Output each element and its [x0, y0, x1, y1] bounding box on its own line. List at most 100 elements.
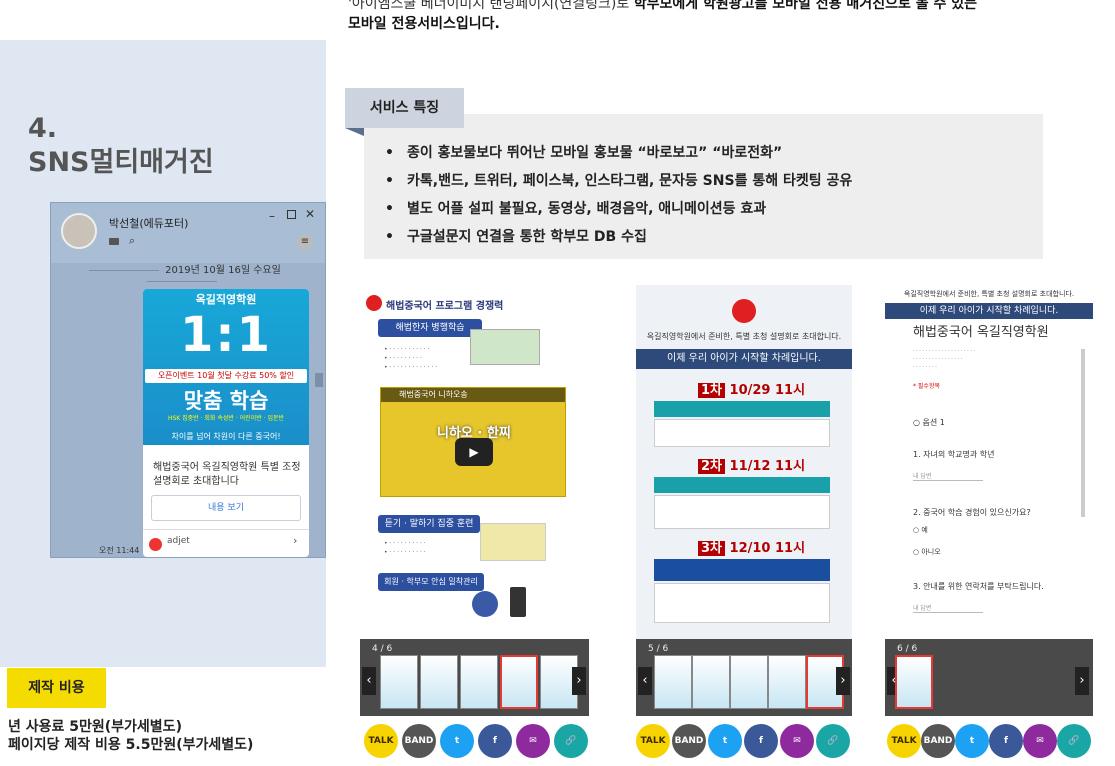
search-icon[interactable]: ⌕ — [129, 234, 135, 248]
folder-icon[interactable] — [109, 238, 119, 245]
required-note: * 필수항목 — [913, 383, 940, 390]
chevron-left-icon[interactable]: ‹ — [362, 667, 376, 695]
answer-input[interactable]: 내 답변 — [913, 471, 983, 481]
band-icon[interactable]: BAND — [921, 724, 955, 758]
ad-label: adjet — [167, 536, 190, 546]
chevron-right-icon[interactable]: › — [293, 534, 297, 547]
page-thumbnail-selected[interactable] — [895, 655, 933, 709]
link-icon[interactable]: 🔗 — [554, 724, 588, 758]
page-navigator: 4 / 6 ‹ › — [360, 639, 589, 716]
facebook-icon[interactable]: f — [744, 724, 778, 758]
card-school-name: 옥길직영학원 — [195, 293, 257, 306]
features-heading: 서비스 특징 — [345, 88, 464, 128]
twitter-icon[interactable]: t — [955, 724, 989, 758]
messenger-header: 박선철(에듀포터) – ✕ ⌕ ≡ — [51, 203, 325, 263]
session-banner — [654, 559, 830, 581]
book-image — [470, 329, 540, 365]
radio-option[interactable]: ○ 옵션 1 — [913, 417, 945, 428]
chevron-left-icon[interactable]: ‹ — [638, 667, 652, 695]
section-text: • · · · · · · · · · · • · · · · · · · · ·… — [384, 540, 426, 556]
band-icon[interactable]: BAND — [672, 724, 706, 758]
card-footer[interactable]: adjet › — [143, 529, 309, 557]
chevron-right-icon[interactable]: › — [1075, 667, 1089, 695]
page-content: 옥길직영학원에서 준비한, 특별 초청 설명회로 초대합니다. 이제 우리 아이… — [885, 285, 1093, 639]
cost-label: 제작 비용 — [7, 668, 106, 708]
cost-line-1: 년 사용료 5만원(부가세별도) — [8, 719, 182, 735]
page-thumbnail[interactable] — [654, 655, 692, 709]
hamburger-menu-icon[interactable]: ≡ — [297, 234, 313, 250]
page-navigator: 5 / 6 ‹ › — [636, 639, 852, 716]
chevron-right-icon[interactable]: › — [836, 667, 850, 695]
card-image: 옥길직영학원 1:1 오픈이벤트 10월 첫달 수강료 50% 할인 맞춤 학습… — [143, 289, 309, 445]
magazine-preview-1: 해법중국어 프로그램 경쟁력 해법한자 병행학습 • · · · · · · ·… — [360, 285, 589, 766]
view-content-button[interactable]: 내용 보기 — [151, 495, 301, 521]
page-thumbnail[interactable] — [420, 655, 458, 709]
chevron-right-icon[interactable]: › — [572, 667, 586, 695]
facebook-icon[interactable]: f — [989, 724, 1023, 758]
section-label: 회원 · 학부모 안심 밀착관리 — [378, 573, 484, 591]
intro-text: '아이엠스쿨 베너이미지 랜딩페이지(연결링크)로 학부모에게 학원광고를 모바… — [348, 0, 1108, 34]
page-thumbnail[interactable] — [380, 655, 418, 709]
kakaotalk-icon[interactable]: TALK — [636, 724, 670, 758]
session-day: 10/29 — [729, 383, 771, 398]
scrollbar[interactable] — [1081, 349, 1085, 517]
adjet-logo-icon — [149, 538, 162, 551]
headline-bar: 이제 우리 아이가 시작할 차례입니다. — [885, 303, 1093, 319]
magazine-preview-2: 옥길직영학원에서 준비한, 특별 초청 설명회로 초대합니다. 이제 우리 아이… — [636, 285, 852, 766]
card-big-text: 1:1 — [180, 307, 272, 363]
mail-icon[interactable]: ✉ — [1023, 724, 1057, 758]
session-details — [654, 495, 830, 529]
link-icon[interactable]: 🔗 — [816, 724, 850, 758]
mail-icon[interactable]: ✉ — [780, 724, 814, 758]
page-thumbnail-selected[interactable] — [500, 655, 538, 709]
feature-item: 카톡,밴드, 트위터, 페이스북, 인스타그램, 문자등 SNS를 통해 타켓팅… — [385, 170, 852, 190]
page-content: 해법중국어 프로그램 경쟁력 해법한자 병행학습 • · · · · · · ·… — [360, 285, 589, 639]
message-card[interactable]: 옥길직영학원 1:1 오픈이벤트 10월 첫달 수강료 50% 할인 맞춤 학습… — [143, 289, 309, 557]
link-icon[interactable]: 🔗 — [1057, 724, 1091, 758]
form-description: · · · · · · · · · · · · · · · · · · · · ·… — [913, 348, 975, 370]
phone-image — [510, 587, 526, 617]
radio-option[interactable]: ○ 아니오 — [913, 547, 941, 557]
facebook-icon[interactable]: f — [478, 724, 512, 758]
band-icon[interactable]: BAND — [402, 724, 436, 758]
kakaotalk-icon[interactable]: TALK — [364, 724, 398, 758]
page-title: 해법중국어 프로그램 경쟁력 — [386, 301, 504, 312]
answer-input[interactable]: 내 답변 — [913, 603, 983, 613]
scrollbar[interactable] — [315, 373, 323, 387]
brand-logo-icon — [732, 299, 756, 323]
card-tags: HSK 집중반 · 회화 속성반 · 어린이반 · 입문반 — [167, 415, 285, 422]
section-label: 해법한자 병행학습 — [378, 319, 482, 337]
heading-fold-decoration — [345, 128, 364, 136]
session-date: 1차 10/29 11시 — [698, 379, 805, 398]
section-title: SNS멀티매거진 — [28, 147, 214, 178]
question-label: 1. 자녀의 학교명과 학년 — [913, 450, 995, 459]
avatar[interactable] — [61, 213, 97, 249]
sender-name: 박선철(에듀포터) — [109, 217, 189, 230]
minimize-icon[interactable]: – — [269, 209, 275, 223]
section-label: 듣기 · 말하기 집중 훈련 — [378, 515, 480, 533]
maximize-icon[interactable] — [287, 210, 296, 219]
session-number: 3차 — [698, 541, 726, 556]
radio-option[interactable]: ○ 예 — [913, 525, 928, 535]
share-bar: TALK BAND t f ✉ 🔗 — [360, 716, 589, 766]
kakaotalk-icon[interactable]: TALK — [887, 724, 921, 758]
question-label: 2. 중국어 학습 경험이 있으신가요? — [913, 508, 1031, 517]
session-number: 2차 — [698, 459, 726, 474]
close-icon[interactable]: ✕ — [305, 207, 315, 221]
page-thumbnail[interactable] — [460, 655, 498, 709]
twitter-icon[interactable]: t — [440, 724, 474, 758]
school-line: 옥길직영학원에서 준비한, 특별 초청 설명회로 초대합니다. — [646, 332, 842, 341]
section-number: 4. — [28, 113, 58, 144]
session-day: 11/12 — [729, 459, 771, 474]
page-thumbnail[interactable] — [768, 655, 806, 709]
video-player[interactable]: 해법중국어 니하오송 니하오 · 한찌 ▶ — [380, 387, 566, 497]
play-icon[interactable]: ▶ — [455, 438, 493, 466]
mail-icon[interactable]: ✉ — [516, 724, 550, 758]
page-thumbnail[interactable] — [692, 655, 730, 709]
feature-item: 별도 어플 설피 불필요, 동영상, 배경음악, 애니메이션등 효과 — [385, 198, 766, 218]
page-thumbnail[interactable] — [730, 655, 768, 709]
twitter-icon[interactable]: t — [708, 724, 742, 758]
card-event-banner: 오픈이벤트 10월 첫달 수강료 50% 할인 — [145, 369, 307, 383]
session-day: 12/10 — [729, 541, 771, 556]
session-time: 11시 — [775, 541, 806, 556]
